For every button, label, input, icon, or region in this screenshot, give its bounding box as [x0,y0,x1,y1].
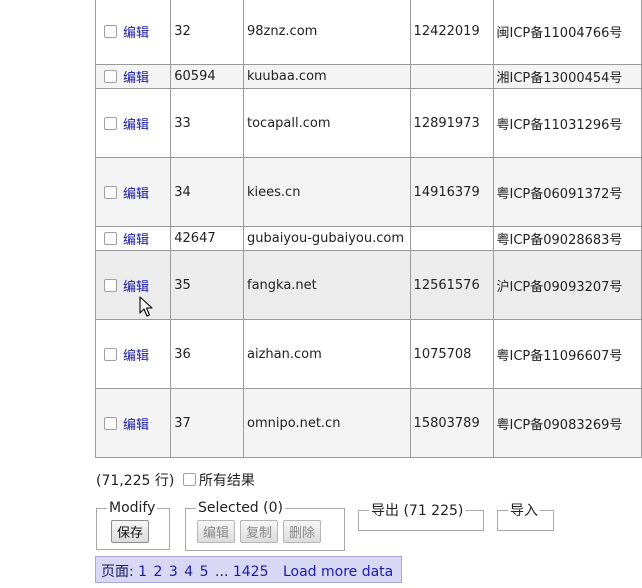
cell-id: 36 [170,319,244,389]
row-edit-link[interactable]: 编辑 [123,349,149,364]
page-link-5[interactable]: 5 [200,564,209,580]
cell-id: 42647 [170,226,244,251]
load-more-link[interactable]: Load more data [283,564,393,580]
modify-legend: Modify [109,500,156,516]
cell-icp: 粤ICP备09028683号 [492,226,642,251]
row-edit-link[interactable]: 编辑 [123,118,149,133]
row-checkbox[interactable] [104,347,117,361]
import-link[interactable]: 导入 [508,500,540,520]
cell-number [409,226,494,251]
table-row: 编辑 60594 kuubaa.com 湘ICP备13000454号 [94,64,642,89]
row-select-cell: 编辑 [94,319,172,389]
all-results-label: 所有结果 [198,473,255,489]
row-count-text: (71,225 行) [96,473,175,489]
row-checkbox[interactable] [104,232,117,245]
cell-id: 60594 [170,64,244,89]
row-checkbox[interactable] [104,25,117,38]
selected-delete-button[interactable]: 删除 [283,520,322,543]
cell-id: 37 [170,388,244,458]
page-link-3[interactable]: 3 [169,564,178,580]
table-row: 编辑 33 tocapall.com 12891973 粤ICP备11031296号 [94,88,642,158]
cell-domain: 98znz.com [243,0,411,65]
modify-fieldset: Modify 保存 [96,500,170,550]
cell-domain: gubaiyou-gubaiyou.com [243,226,411,251]
row-edit-link[interactable]: 编辑 [123,418,149,433]
row-select-cell: 编辑 [94,157,172,227]
page-link-2[interactable]: 2 [154,564,163,580]
import-fieldset: 导入 [497,500,554,531]
cell-id: 32 [170,0,244,65]
row-edit-link[interactable]: 编辑 [123,233,149,248]
row-edit-link[interactable]: 编辑 [123,187,149,202]
mouse-cursor-icon [139,296,153,317]
row-select-cell: 编辑 [94,0,172,65]
cell-domain: fangka.net [243,250,411,320]
row-select-cell: 编辑 [94,388,172,458]
row-checkbox[interactable] [104,70,117,83]
cell-number: 12422019 [409,0,494,65]
page-link-4[interactable]: 4 [184,564,193,580]
cell-icp: 沪ICP备09093207号 [492,250,642,320]
row-select-cell: 编辑 [94,88,172,158]
cell-id: 35 [170,250,244,320]
cell-domain: kiees.cn [243,157,411,227]
row-checkbox[interactable] [104,416,117,430]
cell-number [409,64,494,89]
table-row: 编辑 34 kiees.cn 14916379 粤ICP备06091372号 [94,157,642,227]
cell-icp: 湘ICP备13000454号 [492,64,642,89]
cell-number: 14916379 [409,157,494,227]
selected-legend: Selected (0) [198,500,283,516]
export-link[interactable]: 导出 (71 225) [369,500,465,520]
cell-number: 15803789 [409,388,494,458]
export-fieldset: 导出 (71 225) [358,500,484,531]
row-select-cell: 编辑 [94,250,172,320]
cell-icp: 粤ICP备06091372号 [492,157,642,227]
page-link-1[interactable]: 1 [138,564,147,580]
cell-id: 33 [170,88,244,158]
save-button[interactable]: 保存 [111,520,150,543]
cell-icp: 粤ICP备09083269号 [492,388,642,458]
row-checkbox[interactable] [104,185,117,199]
cell-number: 1075708 [409,319,494,389]
selected-fieldset: Selected (0) 编辑 复制 删除 [185,500,345,551]
cell-number: 12561576 [409,250,494,320]
row-edit-link[interactable]: 编辑 [123,26,149,41]
cell-icp: 粤ICP备11096607号 [492,319,642,389]
cell-icp: 闽ICP备11004766号 [492,0,642,65]
table-row: 编辑 42647 gubaiyou-gubaiyou.com 粤ICP备0902868… [94,226,642,251]
cell-domain: omnipo.net.cn [243,388,411,458]
row-checkbox[interactable] [104,278,117,292]
cell-id: 34 [170,157,244,227]
pager-label: 页面: [101,564,134,580]
table-row: 编辑 37 omnipo.net.cn 15803789 粤ICP备09083269号 [94,388,642,458]
row-checkbox[interactable] [104,116,117,130]
row-select-cell: 编辑 [94,226,172,251]
cell-icp: 粤ICP备11031296号 [492,88,642,158]
table-row: 编辑 35 fangka.net 12561576 沪ICP备09093207号 [94,250,642,320]
cell-domain: tocapall.com [243,88,411,158]
cell-domain: aizhan.com [243,319,411,389]
table-row: 编辑 36 aizhan.com 1075708 粤ICP备11096607号 [94,319,642,389]
row-edit-link[interactable]: 编辑 [123,280,149,295]
results-table: 编辑 32 98znz.com 12422019 闽ICP备11004766号 编辑 605… [94,0,642,458]
row-edit-link[interactable]: 编辑 [123,71,149,86]
selected-copy-button[interactable]: 复制 [240,520,279,543]
pagination-bar: 页面: 1 2 3 4 5 ... 1425 Load more data [95,556,402,583]
selected-edit-button[interactable]: 编辑 [197,520,236,543]
page-link-last[interactable]: 1425 [233,564,269,580]
cell-number: 12891973 [409,88,494,158]
pager-ellipsis: ... [215,564,229,580]
table-row: 编辑 32 98znz.com 12422019 闽ICP备11004766号 [94,0,642,65]
all-results-checkbox[interactable] [182,472,196,486]
row-select-cell: 编辑 [94,64,172,89]
row-count-area: (71,225 行) 所有结果 [96,470,255,490]
cell-domain: kuubaa.com [243,64,411,89]
